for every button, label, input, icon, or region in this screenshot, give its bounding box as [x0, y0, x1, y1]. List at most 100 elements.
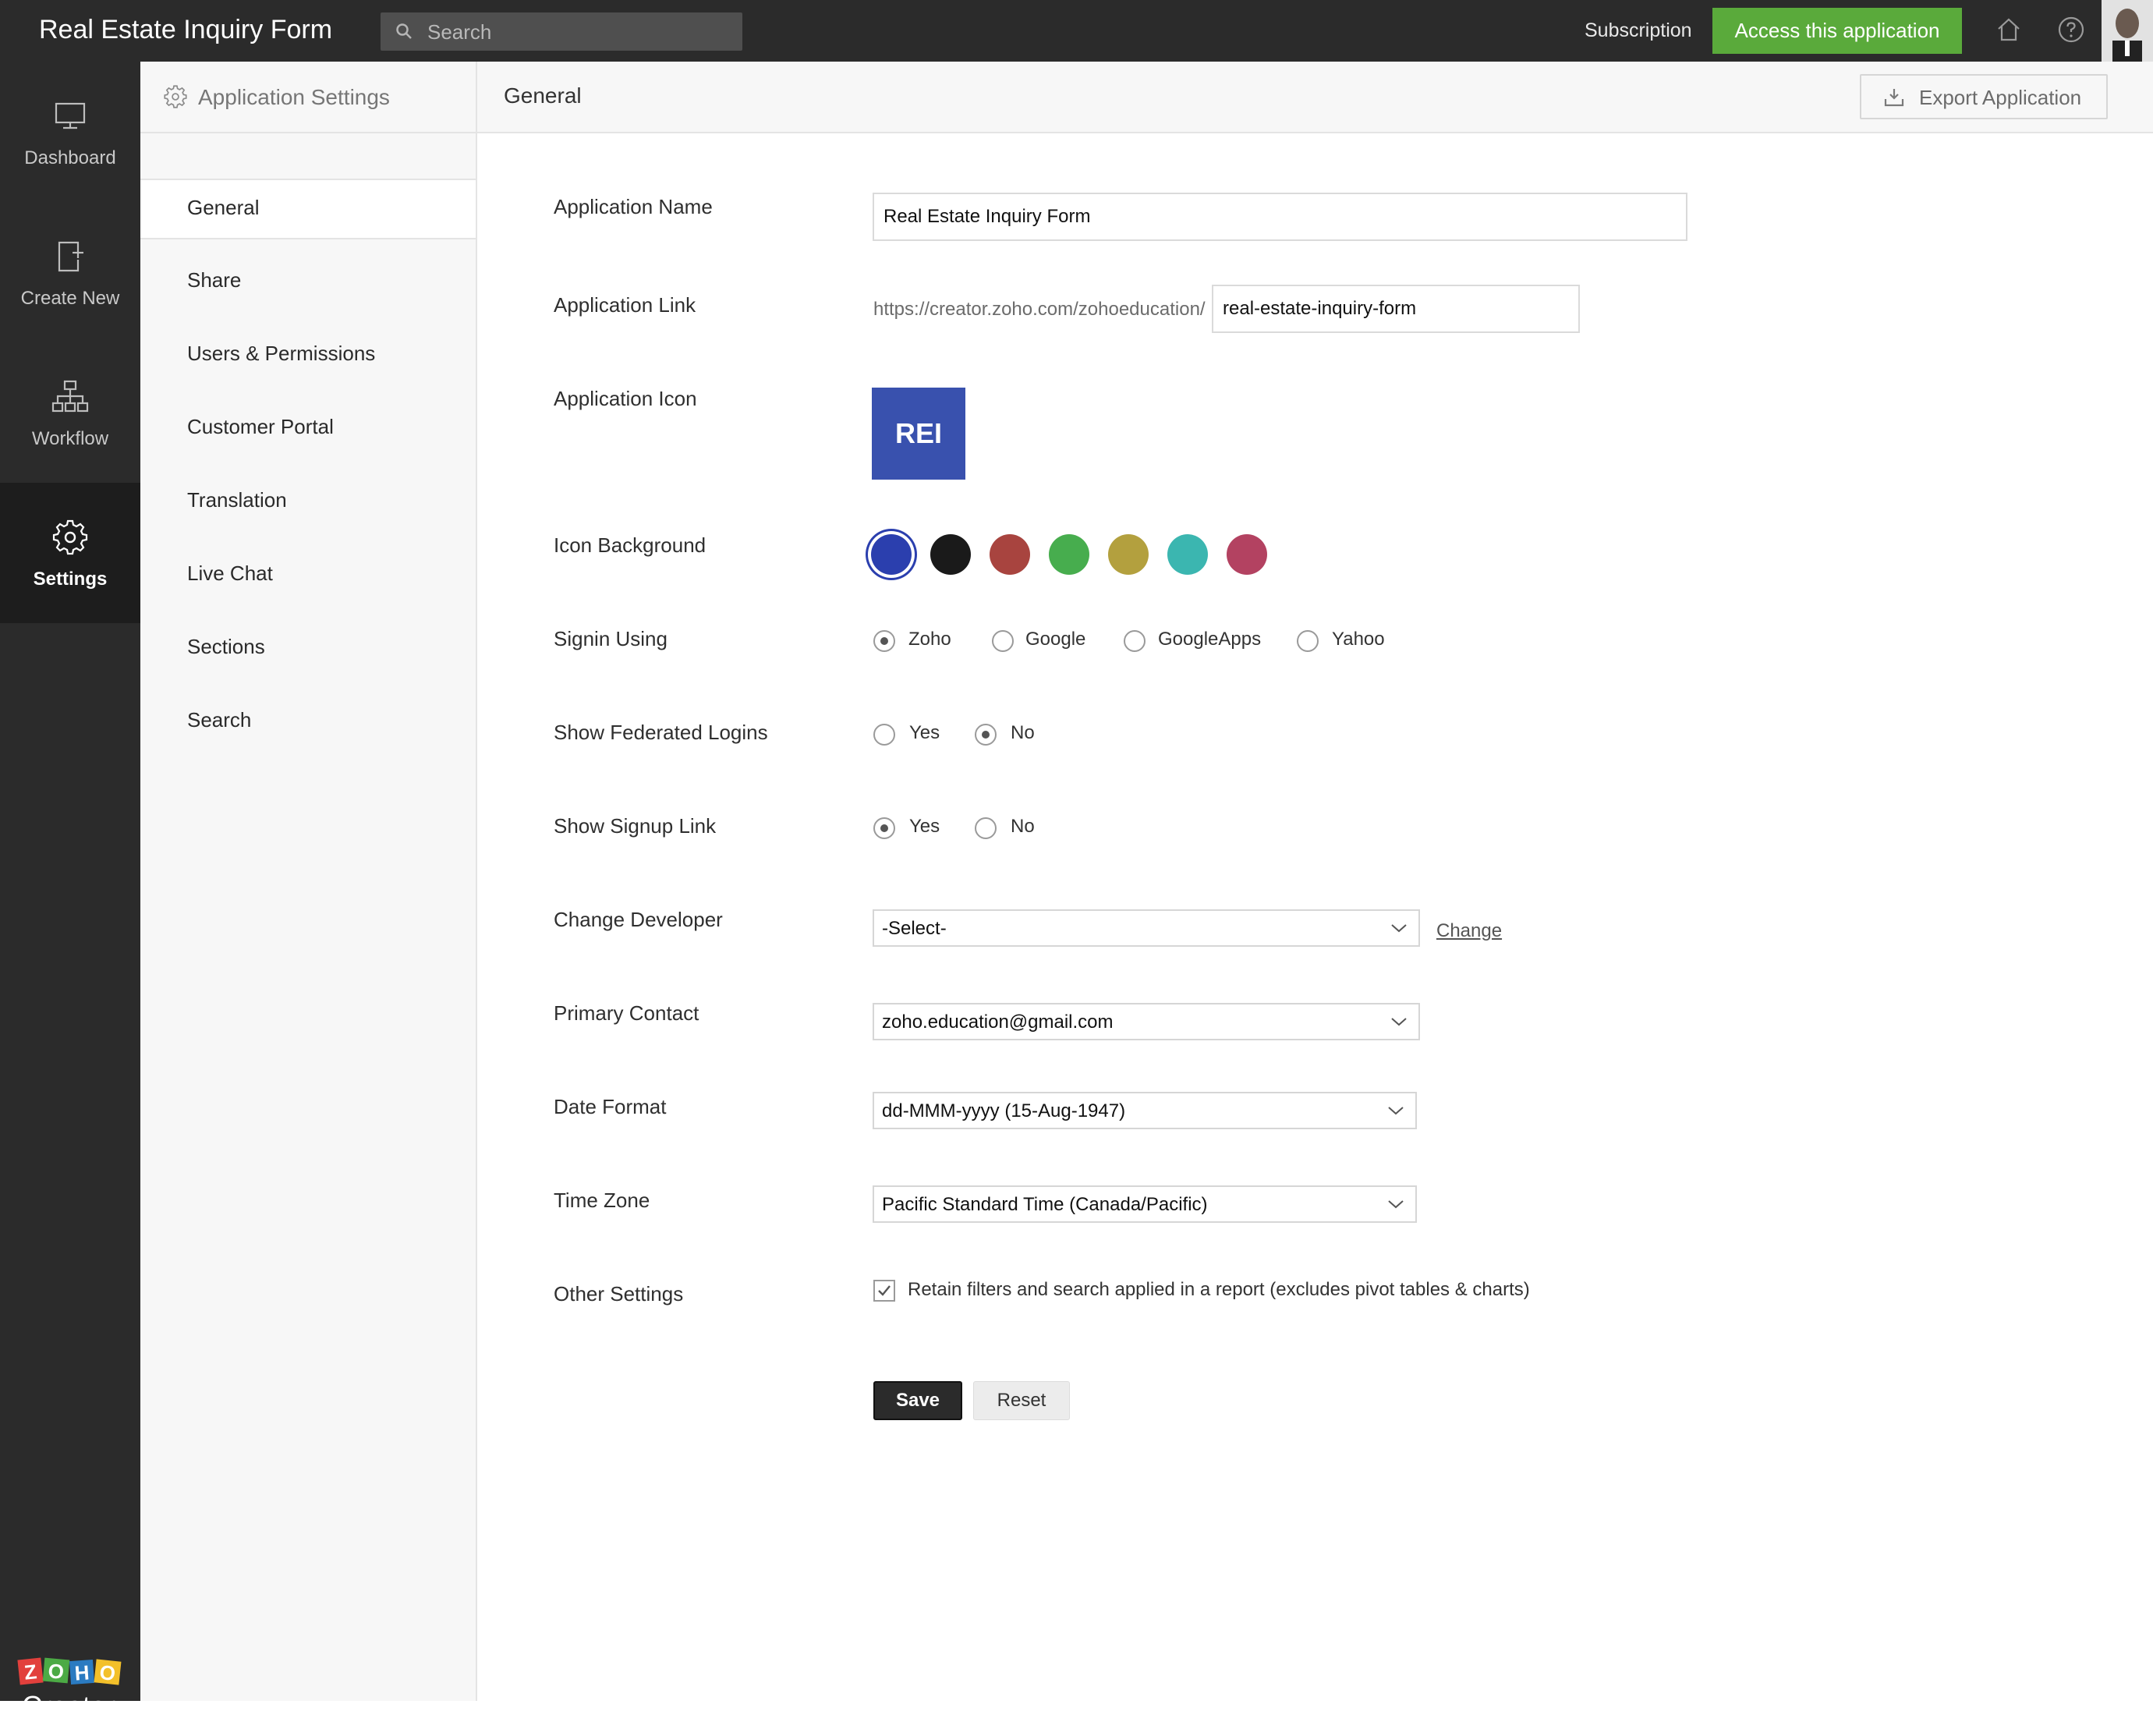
- sidebar-item-label: Share: [187, 268, 242, 292]
- app-title: Real Estate Inquiry Form: [39, 15, 333, 44]
- change-developer-link[interactable]: Change: [1436, 920, 1502, 942]
- sidebar-item-live-chat[interactable]: Live Chat: [140, 546, 476, 604]
- search-input[interactable]: [426, 12, 733, 52]
- primary-contact-select[interactable]: zoho.education@gmail.com: [873, 1003, 1420, 1040]
- monitor-icon: [50, 96, 90, 140]
- rail-item-workflow[interactable]: Workflow: [0, 342, 140, 483]
- icon-color-swatch[interactable]: [1167, 534, 1208, 575]
- label-application-link: Application Link: [554, 293, 696, 317]
- sidebar-title: Application Settings: [198, 85, 390, 109]
- signin-radio-yahoo[interactable]: [1297, 630, 1319, 652]
- sidebar-item-share[interactable]: Share: [140, 253, 476, 310]
- settings-sidebar: Application Settings General Share Users…: [140, 62, 477, 1701]
- sidebar-item-label: Customer Portal: [187, 415, 334, 438]
- retain-filters-checkbox[interactable]: [873, 1280, 895, 1302]
- sidebar-item-label: General: [187, 196, 260, 219]
- federated-option-label: Yes: [909, 722, 940, 743]
- date-format-select[interactable]: dd-MMM-yyyy (15-Aug-1947): [873, 1092, 1417, 1129]
- federated-option-label: No: [1011, 722, 1035, 743]
- checkmark-icon: [878, 1285, 891, 1296]
- svg-text:O: O: [48, 1659, 66, 1684]
- signup-radio-yes[interactable]: [873, 817, 895, 839]
- sidebar-item-general[interactable]: General: [140, 179, 476, 239]
- federated-radio-no[interactable]: [975, 724, 997, 746]
- sidebar-item-label: Sections: [187, 635, 265, 658]
- sidebar-item-label: Users & Permissions: [187, 342, 376, 365]
- save-button[interactable]: Save: [873, 1381, 962, 1420]
- signin-radio-zoho[interactable]: [873, 630, 895, 652]
- help-icon[interactable]: [2057, 16, 2085, 48]
- label-primary-contact: Primary Contact: [554, 1001, 699, 1025]
- search-box[interactable]: [381, 12, 742, 52]
- sidebar-item-users-permissions[interactable]: Users & Permissions: [140, 326, 476, 384]
- top-bar: Real Estate Inquiry Form Subscription Ac…: [0, 0, 2153, 62]
- application-name-input[interactable]: [873, 193, 1687, 241]
- download-icon: [1883, 87, 1905, 114]
- zoho-creator-logo: Z O H O Creator: [17, 1654, 126, 1732]
- sidebar-item-translation[interactable]: Translation: [140, 473, 476, 530]
- rail-label: Create New: [20, 288, 120, 309]
- icon-color-swatch[interactable]: [1108, 534, 1149, 575]
- svg-text:Z: Z: [23, 1660, 38, 1685]
- export-application-button[interactable]: Export Application: [1860, 74, 2108, 119]
- label-application-icon: Application Icon: [554, 387, 697, 410]
- developer-select-value: -Select-: [882, 918, 947, 939]
- access-application-button[interactable]: Access this application: [1712, 8, 1962, 54]
- label-date-format: Date Format: [554, 1095, 667, 1118]
- chevron-down-icon: [1387, 1198, 1404, 1214]
- label-application-name: Application Name: [554, 195, 713, 218]
- rail-item-settings[interactable]: Settings: [0, 483, 140, 623]
- retain-filters-label: Retain filters and search applied in a r…: [908, 1279, 1530, 1300]
- sidebar-item-label: Search: [187, 708, 252, 732]
- signin-option-label: Zoho: [908, 629, 951, 650]
- sidebar-item-label: Live Chat: [187, 562, 273, 585]
- chevron-down-icon: [1390, 922, 1408, 938]
- reset-button[interactable]: Reset: [973, 1381, 1070, 1420]
- export-label: Export Application: [1919, 86, 2082, 109]
- rail-label: Dashboard: [24, 147, 116, 168]
- icon-color-swatch[interactable]: [1049, 534, 1089, 575]
- icon-color-swatch[interactable]: [990, 534, 1030, 575]
- subscription-link[interactable]: Subscription: [1585, 17, 1692, 44]
- user-avatar[interactable]: [2102, 0, 2153, 62]
- label-signin-using: Signin Using: [554, 627, 668, 650]
- label-icon-background: Icon Background: [554, 533, 706, 557]
- icon-color-swatch[interactable]: [871, 534, 912, 575]
- settings-gear-icon: [162, 83, 189, 114]
- label-other-settings: Other Settings: [554, 1282, 684, 1306]
- primary-contact-value: zoho.education@gmail.com: [882, 1011, 1114, 1033]
- workflow-icon: [50, 377, 90, 421]
- gear-icon: [50, 517, 90, 562]
- signup-option-label: Yes: [909, 816, 940, 837]
- signin-radio-googleapps[interactable]: [1124, 630, 1146, 652]
- developer-select[interactable]: -Select-: [873, 909, 1420, 947]
- search-icon: [395, 22, 413, 44]
- rail-item-dashboard[interactable]: Dashboard: [0, 62, 140, 202]
- icon-color-swatch[interactable]: [1227, 534, 1267, 575]
- sidebar-item-sections[interactable]: Sections: [140, 619, 476, 677]
- left-icon-rail: Dashboard Create New Workflow Settings Z…: [0, 62, 140, 1722]
- main-header: General Export Application: [477, 62, 2153, 133]
- federated-radio-yes[interactable]: [873, 724, 895, 746]
- application-link-input[interactable]: [1212, 285, 1580, 333]
- label-time-zone: Time Zone: [554, 1189, 650, 1212]
- signup-radio-no[interactable]: [975, 817, 997, 839]
- icon-color-swatch[interactable]: [930, 534, 971, 575]
- sidebar-header: Application Settings: [140, 62, 476, 133]
- sidebar-item-customer-portal[interactable]: Customer Portal: [140, 399, 476, 457]
- signin-option-label: Google: [1025, 629, 1086, 650]
- signin-option-label: GoogleApps: [1158, 629, 1262, 650]
- home-icon[interactable]: [1995, 16, 2023, 48]
- signup-option-label: No: [1011, 816, 1035, 837]
- svg-text:H: H: [74, 1660, 90, 1685]
- sidebar-item-search[interactable]: Search: [140, 693, 476, 750]
- time-zone-select[interactable]: Pacific Standard Time (Canada/Pacific): [873, 1185, 1417, 1223]
- signin-radio-google[interactable]: [992, 630, 1014, 652]
- new-page-icon: [50, 236, 90, 281]
- rail-item-create-new[interactable]: Create New: [0, 202, 140, 342]
- logo-product-name: Creator: [22, 1690, 116, 1722]
- application-icon-preview[interactable]: REI: [872, 388, 965, 480]
- chevron-down-icon: [1390, 1015, 1408, 1032]
- page-title: General: [504, 83, 582, 108]
- label-show-federated-logins: Show Federated Logins: [554, 721, 768, 744]
